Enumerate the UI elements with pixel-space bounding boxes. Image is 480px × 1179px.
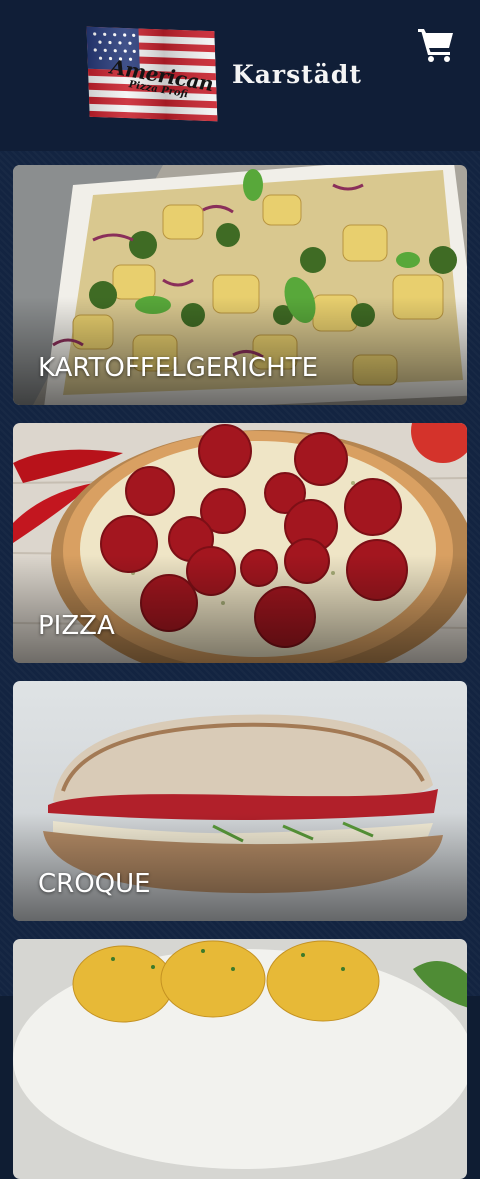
category-card-croque[interactable]: CROQUE (13, 681, 467, 921)
shopping-cart-icon[interactable] (417, 25, 455, 63)
category-label: PIZZA (38, 611, 115, 641)
category-card-pizza[interactable]: PIZZA (13, 423, 467, 663)
brand-logo[interactable]: American Pizza Profi Karstädt (88, 26, 388, 122)
app-header: American Pizza Profi Karstädt (0, 0, 480, 151)
brand-name: Karstädt (232, 60, 362, 89)
category-label: KARTOFFELGERICHTE (38, 353, 318, 383)
potato-dish-image (13, 939, 467, 1179)
category-list: KARTOFFELGERICHTE (0, 151, 480, 996)
category-card-partial[interactable] (13, 939, 467, 1179)
category-label: CROQUE (38, 869, 151, 899)
american-flag-logo: American Pizza Profi (86, 27, 217, 122)
category-card-kartoffelgerichte[interactable]: KARTOFFELGERICHTE (13, 165, 467, 405)
